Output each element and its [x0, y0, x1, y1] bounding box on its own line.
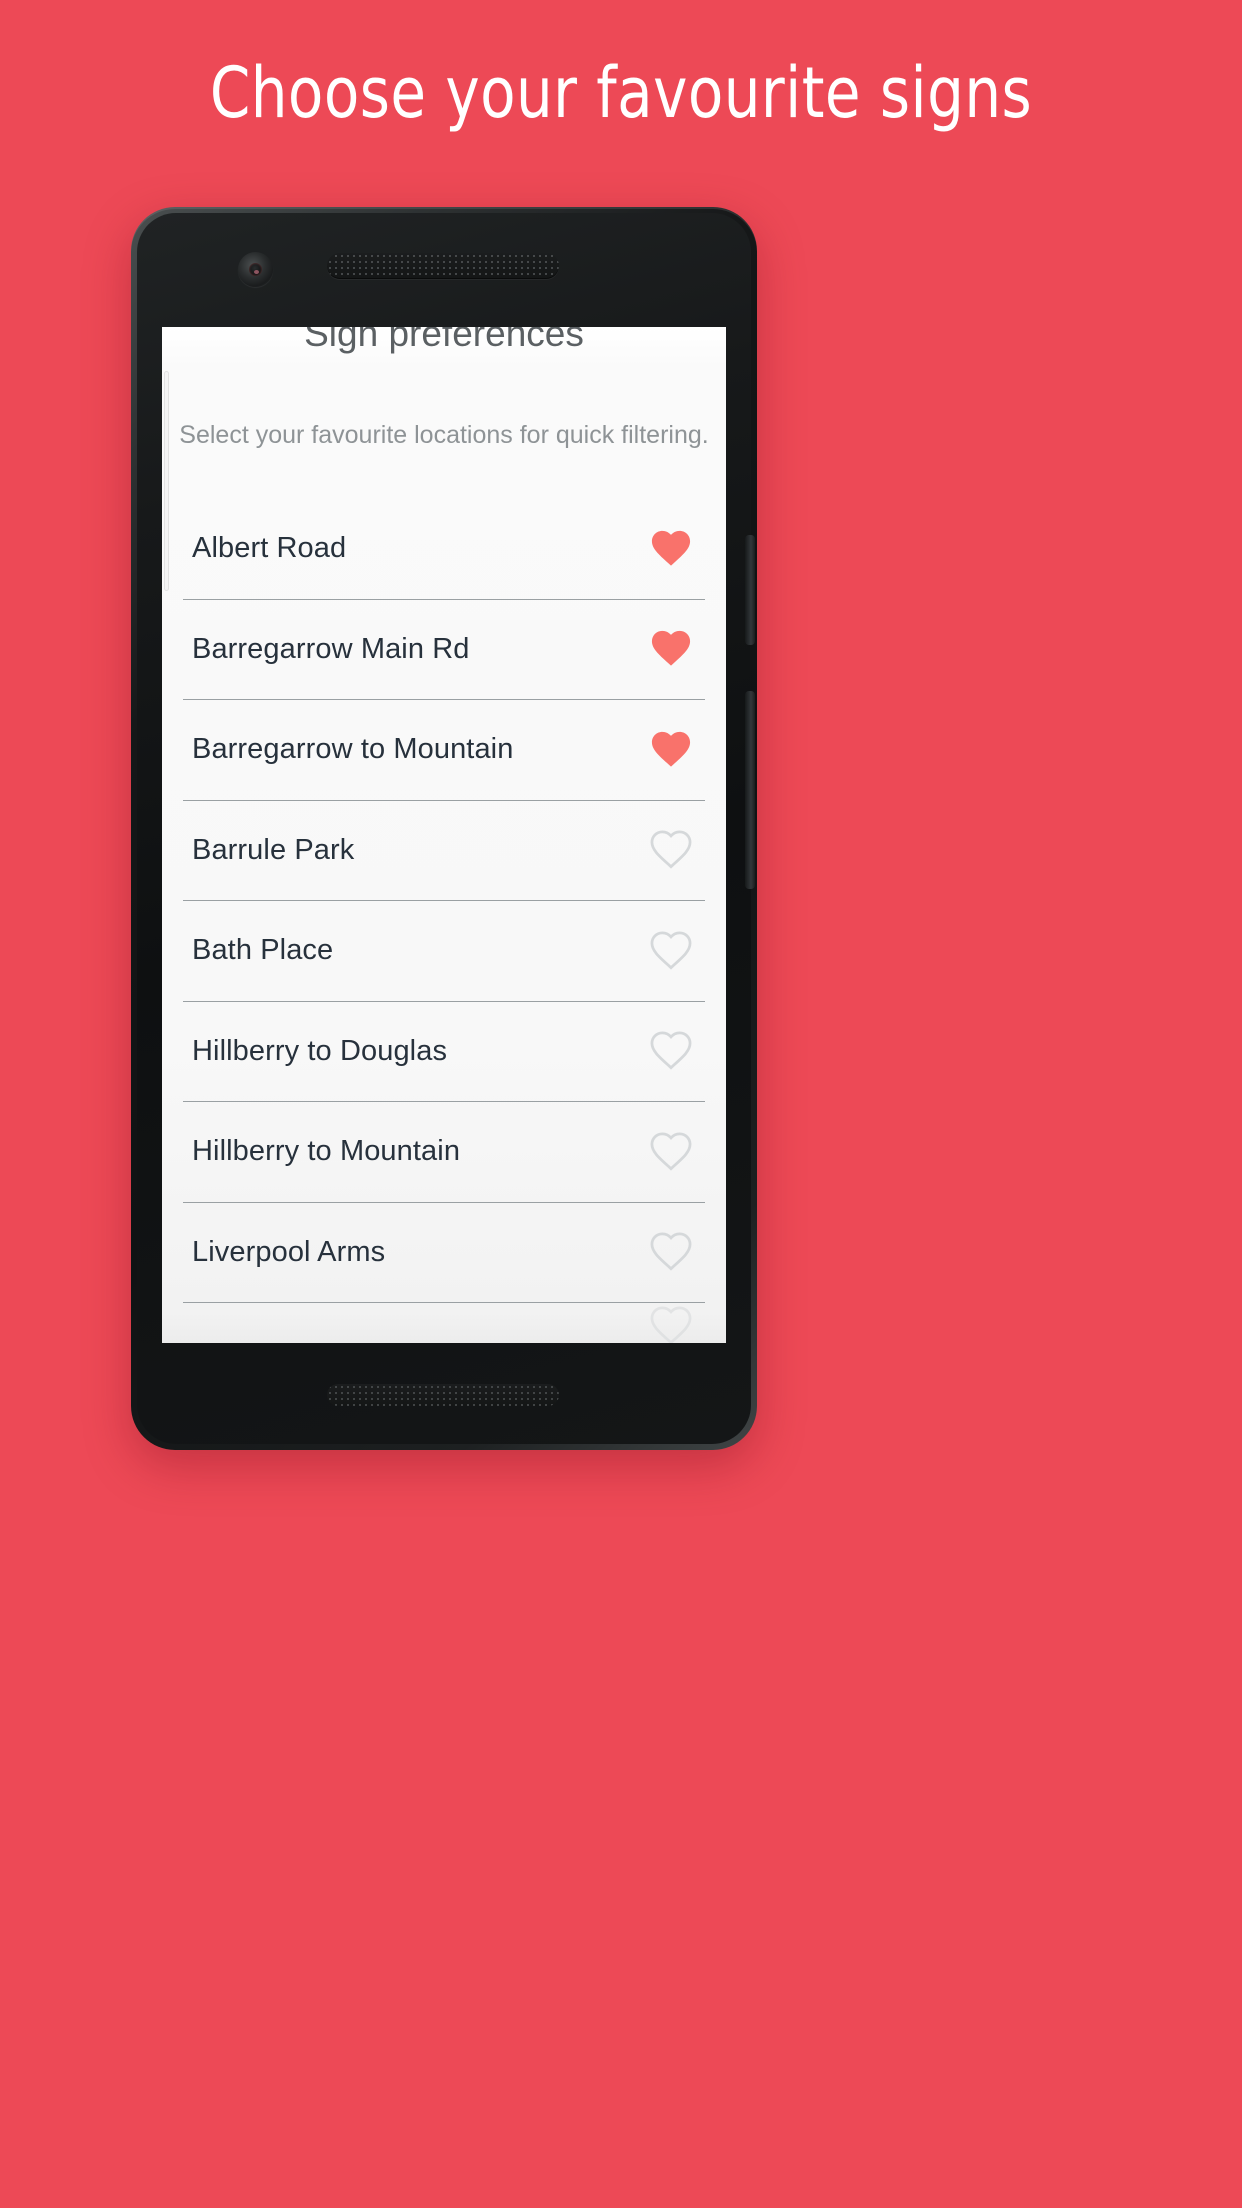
heart-filled-icon[interactable] [643, 521, 699, 577]
list-item-label: Hillberry to Mountain [192, 1135, 461, 1168]
promo-headline: Choose your favourite signs [209, 52, 1033, 134]
page-subtitle: Select your favourite locations for quic… [179, 421, 709, 449]
app-screen: Sign preferences Select your favourite l… [162, 327, 726, 1343]
list-item-label: Barrule Park [192, 833, 355, 866]
list-item[interactable]: Barregarrow to Mountain [183, 700, 705, 801]
heart-outline-icon[interactable] [643, 1303, 699, 1343]
favourites-list: Albert Road Barregarrow Main Rd Barregar… [162, 499, 726, 1343]
list-item-label: Bath Place [192, 934, 334, 967]
list-item[interactable]: Albert Road [183, 499, 705, 600]
list-item-label: Albert Road [192, 532, 347, 565]
volume-rocker[interactable] [745, 535, 755, 645]
list-item[interactable]: Hillberry to Douglas [183, 1002, 705, 1102]
phone-device-mockup: Sign preferences Select your favourite l… [131, 207, 757, 1450]
list-item-label: Hillberry to Douglas [192, 1034, 448, 1067]
list-item[interactable]: Barregarrow Main Rd [183, 600, 705, 700]
heart-outline-icon[interactable] [643, 923, 699, 979]
bottom-speaker-icon [327, 1384, 559, 1406]
heart-outline-icon[interactable] [643, 822, 699, 878]
heart-filled-icon[interactable] [643, 621, 699, 677]
heart-outline-icon[interactable] [643, 1124, 699, 1180]
heart-filled-icon[interactable] [643, 722, 699, 778]
list-item-label: Barregarrow Main Rd [192, 632, 470, 665]
heart-outline-icon[interactable] [643, 1224, 699, 1280]
power-button[interactable] [745, 691, 755, 889]
front-camera-icon [238, 252, 273, 287]
phone-bezel: Sign preferences Select your favourite l… [137, 213, 755, 1444]
list-item-label: Barregarrow to Mountain [192, 733, 514, 766]
earpiece-speaker-icon [327, 253, 559, 279]
list-item[interactable] [183, 1303, 705, 1343]
heart-outline-icon[interactable] [643, 1023, 699, 1079]
list-item[interactable]: Hillberry to Mountain [183, 1102, 705, 1203]
list-item[interactable]: Barrule Park [183, 801, 705, 901]
list-item[interactable]: Bath Place [183, 901, 705, 1002]
page-title: Sign preferences [304, 327, 584, 354]
list-item-label: Liverpool Arms [192, 1235, 386, 1268]
list-item[interactable]: Liverpool Arms [183, 1203, 705, 1303]
